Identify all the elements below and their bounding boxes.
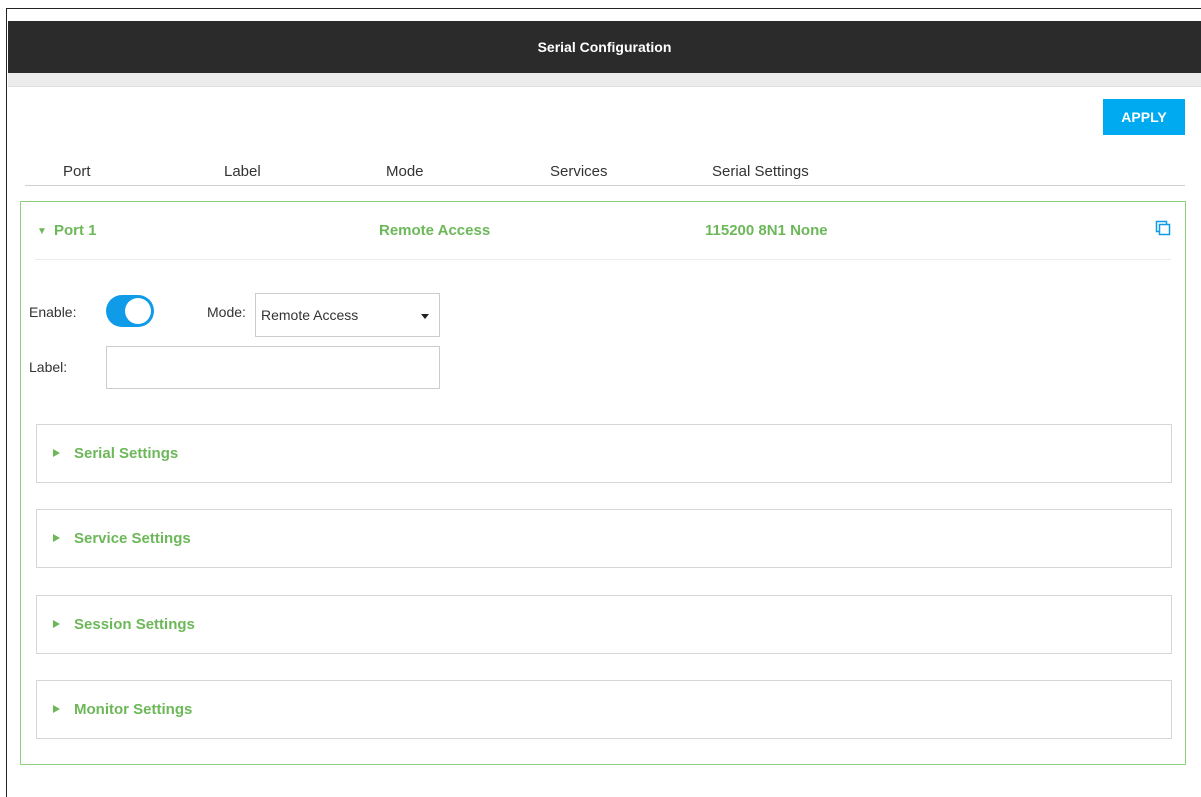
mode-label: Mode:: [207, 304, 246, 320]
section-service-settings[interactable]: Service Settings: [36, 509, 1172, 568]
column-header-mode: Mode: [386, 163, 424, 180]
copy-icon[interactable]: [1155, 220, 1171, 240]
mode-select[interactable]: Remote Access: [255, 293, 440, 337]
apply-button[interactable]: APPLY: [1103, 99, 1185, 135]
caret-right-icon: [53, 449, 60, 457]
section-monitor-settings[interactable]: Monitor Settings: [36, 680, 1172, 739]
toggle-knob: [125, 298, 151, 324]
port-serial-summary: 115200 8N1 None: [705, 222, 828, 239]
caret-down-icon[interactable]: ▼: [37, 226, 47, 237]
column-header-services: Services: [550, 163, 608, 180]
column-headers: Port Label Mode Services Serial Settings: [25, 160, 1185, 186]
chevron-down-icon: [421, 314, 429, 319]
caret-right-icon: [53, 620, 60, 628]
enable-toggle[interactable]: [106, 295, 154, 327]
section-session-settings[interactable]: Session Settings: [36, 595, 1172, 654]
section-title: Serial Settings: [74, 445, 179, 462]
column-header-label: Label: [224, 163, 261, 180]
caret-right-icon: [53, 534, 60, 542]
port-header-row[interactable]: ▼ Port 1 Remote Access 115200 8N1 None: [35, 202, 1171, 260]
port-mode-summary: Remote Access: [379, 222, 491, 239]
column-header-port: Port: [63, 163, 91, 180]
title-subbar: [8, 73, 1201, 87]
page-title-bar: Serial Configuration: [8, 21, 1201, 73]
section-title: Service Settings: [74, 530, 191, 547]
section-title: Monitor Settings: [74, 701, 193, 718]
caret-right-icon: [53, 705, 60, 713]
page-title: Serial Configuration: [537, 39, 672, 55]
section-title: Session Settings: [74, 616, 195, 633]
label-input[interactable]: [106, 346, 440, 389]
port-name: Port 1: [54, 222, 97, 239]
section-serial-settings[interactable]: Serial Settings: [36, 424, 1172, 483]
label-field-label: Label:: [29, 359, 68, 375]
column-header-serial-settings: Serial Settings: [712, 163, 809, 180]
mode-select-value: Remote Access: [261, 307, 359, 323]
port-panel: ▼ Port 1 Remote Access 115200 8N1 None E…: [20, 201, 1186, 765]
enable-label: Enable:: [29, 304, 77, 320]
